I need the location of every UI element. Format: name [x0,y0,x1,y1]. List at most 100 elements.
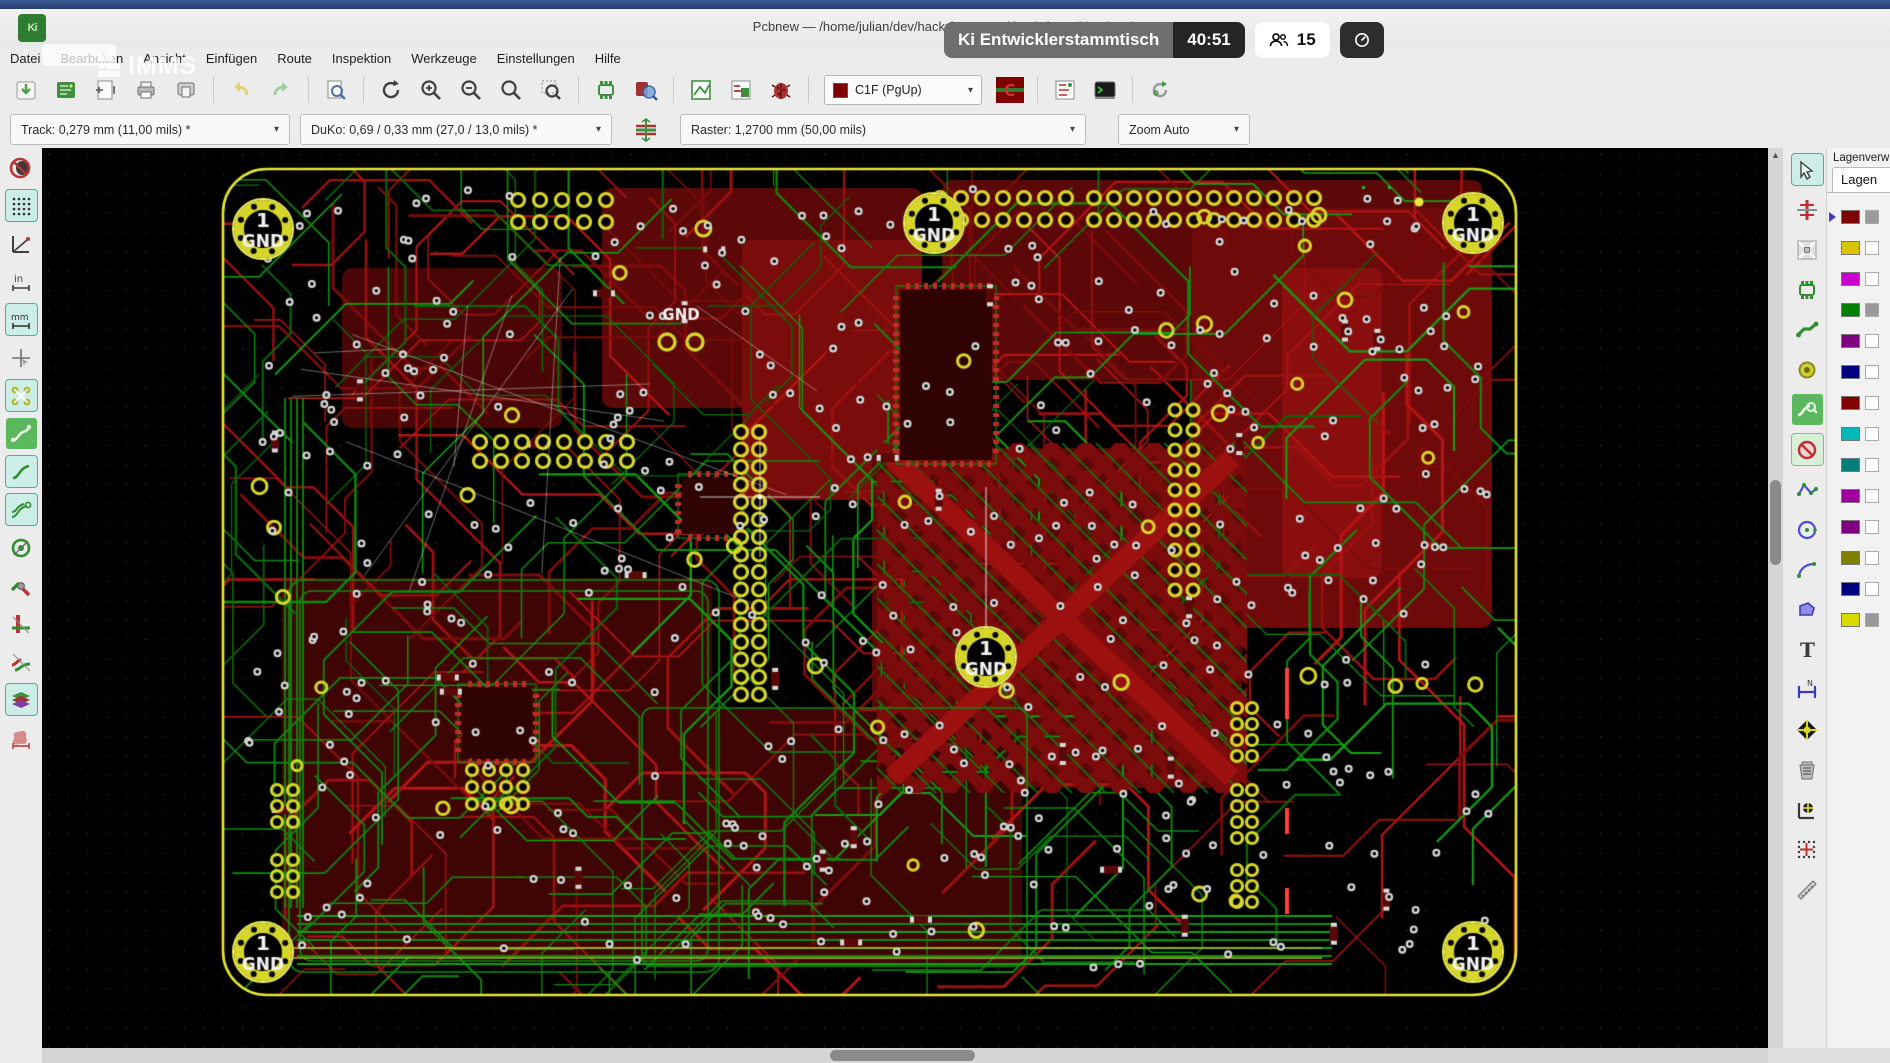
layer-color-swatch[interactable] [1841,551,1860,565]
update-pcb-from-schematic-button[interactable] [683,74,719,106]
layer-row[interactable] [1827,356,1890,387]
schematic-editor-button[interactable] [723,74,759,106]
layer-visibility-swatch[interactable] [1865,334,1879,348]
layer-row[interactable] [1827,604,1890,635]
high-contrast-toggle[interactable] [6,684,37,715]
cursor-shape-toggle[interactable] [6,342,37,373]
layer-color-swatch[interactable] [1841,582,1860,596]
sketch-pads-toggle[interactable] [6,722,37,753]
plot-button[interactable] [168,74,204,106]
sketch-tracks-toggle[interactable] [6,646,37,677]
layer-visibility-swatch[interactable] [1865,272,1879,286]
grid-origin-button[interactable] [1792,834,1823,865]
via-display-toggle[interactable] [6,532,37,563]
layer-row[interactable] [1827,232,1890,263]
track-clearance-toggle[interactable] [6,608,37,639]
zoom-select[interactable]: Zoom Auto ▾ [1118,114,1250,145]
layer-row[interactable] [1827,573,1890,604]
ratsnest-show-toggle[interactable] [6,418,37,449]
polar-coords-toggle[interactable] [6,228,37,259]
draw-polygon-button[interactable] [1792,594,1823,625]
no-connect-button[interactable] [1792,434,1823,465]
layer-color-swatch[interactable] [1841,241,1860,255]
print-button[interactable] [128,74,164,106]
layers-tab[interactable]: Lagen [1832,167,1890,192]
menu-item-einfügen[interactable]: Einfügen [206,51,257,66]
draw-line-button[interactable] [1792,474,1823,505]
grid-size-select[interactable]: Raster: 1,2700 mm (50,00 mils) ▾ [680,114,1086,145]
zoom-out-button[interactable] [453,74,489,106]
layer-visibility-swatch[interactable] [1865,210,1879,224]
via-size-select[interactable]: DuKo: 0,69 / 0,33 mm (27,0 / 13,0 mils) … [300,114,612,145]
layer-visibility-swatch[interactable] [1865,551,1879,565]
add-dimension-button[interactable]: N [1792,674,1823,705]
layer-visibility-swatch[interactable] [1865,303,1879,317]
layer-row[interactable] [1827,387,1890,418]
delete-tool-button[interactable] [1792,754,1823,785]
track-width-select[interactable]: Track: 0,279 mm (11,00 mils) * ▾ [10,114,290,145]
layer-visibility-swatch[interactable] [1865,582,1879,596]
add-footprint-button[interactable] [1792,274,1823,305]
layer-color-swatch[interactable] [1841,303,1860,317]
layer-color-swatch[interactable] [1841,489,1860,503]
menu-item-datei[interactable]: Datei [10,51,40,66]
layer-color-swatch[interactable] [1841,334,1860,348]
units-inch-toggle[interactable]: in [6,266,37,297]
layer-select[interactable]: C1F (PgUp) ▾ [824,75,982,105]
layer-row[interactable] [1827,263,1890,294]
layer-visibility-swatch[interactable] [1865,365,1879,379]
layer-visibility-swatch[interactable] [1865,241,1879,255]
find-button[interactable] [318,74,354,106]
drill-origin-button[interactable] [1792,794,1823,825]
vertical-scrollbar[interactable]: ▲ [1768,148,1783,1048]
grid-visibility-toggle[interactable] [6,190,37,221]
redraw-button[interactable] [373,74,409,106]
layer-color-swatch[interactable] [1841,210,1860,224]
units-mm-toggle[interactable]: mm [6,304,37,335]
layer-color-swatch[interactable] [1841,520,1860,534]
footprint-browser-button[interactable] [628,74,664,106]
layer-visibility-swatch[interactable] [1865,427,1879,441]
draw-arc-button[interactable] [1792,554,1823,585]
highlight-net-button[interactable] [1792,394,1823,425]
layer-visibility-swatch[interactable] [1865,489,1879,503]
drag-track-toggle[interactable] [6,570,37,601]
layer-row[interactable] [1827,542,1890,573]
zoom-in-button[interactable] [413,74,449,106]
menu-item-ansicht[interactable]: Ansicht [143,51,186,66]
menu-item-einstellungen[interactable]: Einstellungen [497,51,575,66]
layer-color-swatch[interactable] [1841,427,1860,441]
pcb-editor-canvas[interactable] [42,148,1768,1048]
drc-button[interactable] [763,74,799,106]
layer-row[interactable] [1827,201,1890,232]
layer-row[interactable] [1827,294,1890,325]
interactive-router-button[interactable] [1792,194,1823,225]
page-settings-button[interactable] [88,74,124,106]
menu-item-route[interactable]: Route [277,51,312,66]
zoom-fit-button[interactable] [493,74,529,106]
curved-tracks-toggle[interactable] [6,456,37,487]
draw-circle-button[interactable] [1792,514,1823,545]
participants-pill[interactable]: 15 [1255,22,1330,58]
add-target-button[interactable] [1792,714,1823,745]
measure-tool-button[interactable] [1792,874,1823,905]
add-via-button[interactable] [1792,354,1823,385]
layer-visibility-swatch[interactable] [1865,396,1879,410]
menu-item-werkzeuge[interactable]: Werkzeuge [411,51,477,66]
scripting-console-button[interactable] [1087,74,1123,106]
redo-button[interactable] [263,74,299,106]
layer-row[interactable] [1827,449,1890,480]
layer-row[interactable] [1827,511,1890,542]
menu-item-hilfe[interactable]: Hilfe [595,51,621,66]
layer-row[interactable] [1827,325,1890,356]
board-setup-button[interactable] [48,74,84,106]
layer-color-swatch[interactable] [1841,272,1860,286]
curved-tracks-all-toggle[interactable] [6,494,37,525]
layer-color-swatch[interactable] [1841,613,1860,627]
route-tracks-button[interactable] [1792,314,1823,345]
scroll-up-arrow[interactable]: ▲ [1768,148,1783,162]
layer-visibility-swatch[interactable] [1865,613,1879,627]
layer-visibility-swatch[interactable] [1865,520,1879,534]
footprint-editor-button[interactable] [588,74,624,106]
select-tool-button[interactable] [1792,154,1823,185]
